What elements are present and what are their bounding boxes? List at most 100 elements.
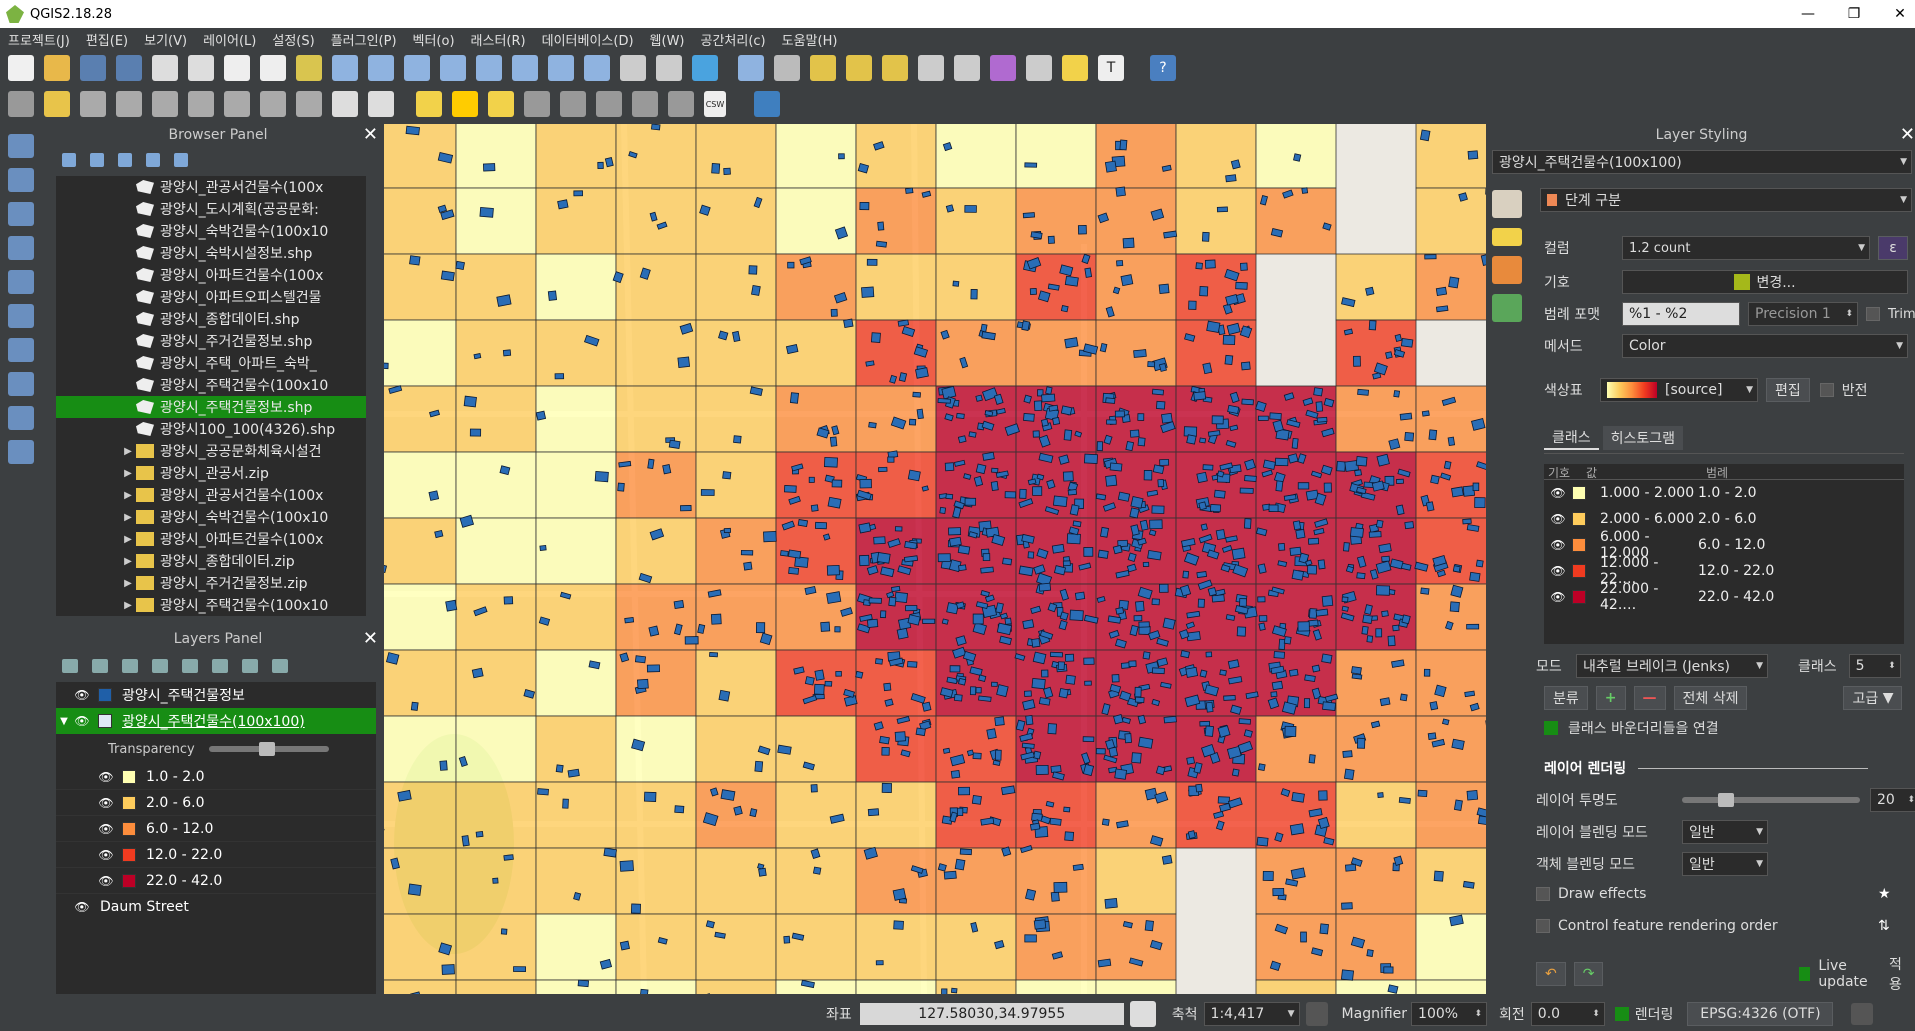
help-icon[interactable]: ? [1150, 55, 1176, 81]
method-combo[interactable]: Color ▼ [1622, 334, 1908, 358]
info-icon[interactable] [174, 153, 188, 167]
manage-visibility-icon[interactable] [122, 659, 138, 673]
expression-button[interactable]: ε [1878, 236, 1908, 260]
redo-icon[interactable]: ↷ [1573, 962, 1604, 986]
class-visibility-icon[interactable]: 👁 [1548, 590, 1568, 604]
add-wcs-icon[interactable] [8, 338, 34, 362]
trim-checkbox[interactable] [1866, 307, 1880, 321]
collapse-all-icon[interactable] [242, 659, 258, 673]
browser-item[interactable]: 광양시_관공서건물수(100x [56, 176, 366, 198]
pan-to-selection-icon[interactable] [296, 55, 322, 81]
class-visibility-icon[interactable]: 👁 [1548, 486, 1568, 500]
toggle-extents-icon[interactable] [1129, 1000, 1156, 1027]
toggle-editing-icon[interactable] [44, 91, 70, 117]
visibility-eye-icon[interactable]: 👁 [96, 874, 116, 888]
visibility-eye-icon[interactable]: 👁 [72, 900, 92, 914]
collapse-all-icon[interactable] [146, 153, 160, 167]
zoom-to-selection-icon[interactable] [476, 55, 502, 81]
label-move-icon[interactable] [560, 91, 586, 117]
undo-icon[interactable]: ↶ [1536, 962, 1566, 986]
browser-item[interactable]: 광양시100_100(4326).shp [56, 418, 366, 440]
zoom-out-icon[interactable] [368, 55, 394, 81]
expand-arrow-icon[interactable]: ▶ [120, 512, 136, 523]
class-row[interactable]: 👁 6.000 - 12.000 6.0 - 12.0 [1544, 529, 1904, 561]
remove-layer-icon[interactable] [272, 659, 288, 673]
browser-item[interactable]: 광양시_주택건물수(100x10 [56, 374, 366, 396]
close-window-button[interactable]: ✕ [1877, 0, 1915, 28]
sort-order-icon[interactable]: ⇅ [1878, 918, 1890, 934]
attribute-table-icon[interactable] [918, 55, 944, 81]
browser-item[interactable]: 광양시_숙박건물수(100x10 [56, 220, 366, 242]
menu-help[interactable]: 도움말(H) [774, 30, 846, 49]
expand-arrow-icon[interactable]: ▶ [120, 600, 136, 611]
menu-web[interactable]: 웹(W) [642, 30, 693, 49]
browser-tree[interactable]: 광양시_관공서건물수(100x 광양시_도시계획(공공문화: 광양시_숙박건물수(1… [56, 176, 366, 616]
open-project-icon[interactable] [44, 55, 70, 81]
feature-blend-combo[interactable]: 일반 ▼ [1682, 852, 1768, 876]
add-virtual-layer-icon[interactable] [8, 406, 34, 430]
label-change-icon[interactable] [632, 91, 658, 117]
class-row[interactable]: 👁 2.000 - 6.000 2.0 - 6.0 [1544, 506, 1904, 532]
transparency-slider[interactable] [208, 742, 329, 756]
browser-item[interactable]: 광양시_도시계획(공공문화: [56, 198, 366, 220]
legend-class-row[interactable]: 👁 22.0 - 42.0 [56, 868, 376, 894]
browser-item[interactable]: ▶ 광양시_아파트건물수(100x [56, 528, 366, 550]
label-rotate-icon[interactable] [596, 91, 622, 117]
browser-item[interactable]: ▶ 광양시_주택건물수(100x10 [56, 594, 366, 616]
lock-scale-icon[interactable] [1305, 1001, 1328, 1026]
message-log-icon[interactable] [1851, 1002, 1874, 1025]
browser-item[interactable]: ▶ 광양시_주거건물정보.zip [56, 572, 366, 594]
layers-close-icon[interactable]: ✕ [363, 628, 378, 649]
expand-arrow-icon[interactable]: ▶ [120, 578, 136, 589]
render-section-header[interactable]: 레이어 렌더링 [1544, 756, 1869, 780]
map-svg[interactable] [384, 124, 1486, 994]
text-annotation-icon[interactable]: T [1098, 55, 1124, 81]
styling-icon[interactable] [62, 659, 78, 673]
class-row[interactable]: 👁 22.000 - 42.… 22.0 - 42.0 [1544, 581, 1904, 613]
layer-row-grid[interactable]: ▼ 👁 광양시_주택건물수(100x100) [56, 708, 376, 734]
layer-opacity-knob[interactable] [1718, 793, 1734, 807]
csw-icon[interactable]: CSW [704, 91, 726, 117]
ramp-edit-button[interactable]: 편집 [1766, 378, 1810, 402]
visibility-eye-icon[interactable]: 👁 [96, 822, 116, 836]
browser-item[interactable]: ▶ 광양시_종합데이터.zip [56, 550, 366, 572]
class-visibility-icon[interactable]: 👁 [1548, 564, 1568, 578]
save-edits-icon[interactable] [80, 91, 106, 117]
expand-arrow-icon[interactable]: ▶ [120, 490, 136, 501]
browser-item[interactable]: ▶ 광양시_공공문화체육시설건 [56, 440, 366, 462]
expand-arrow-icon[interactable]: ▶ [120, 446, 136, 457]
render-checkbox[interactable] [1614, 1006, 1629, 1021]
remove-class-icon[interactable]: — [1633, 686, 1666, 710]
visibility-eye-icon[interactable]: 👁 [96, 796, 116, 810]
renderer-combo[interactable]: 단계 구분 ▼ [1540, 188, 1912, 212]
add-feature-icon[interactable] [116, 91, 142, 117]
labels-tab-icon[interactable] [1492, 228, 1522, 246]
add-raster-layer-icon[interactable] [8, 168, 34, 192]
menu-raster[interactable]: 래스터(R) [463, 30, 534, 49]
maximize-button[interactable]: ❐ [1831, 0, 1877, 28]
class-table[interactable]: 기호 값 범례 👁 1.000 - 2.000 1.0 - 2.0 👁 2.000 - … [1544, 464, 1904, 644]
legend-class-row[interactable]: 👁 1.0 - 2.0 [56, 764, 376, 790]
expand-arrow-icon[interactable]: ▶ [120, 468, 136, 479]
visibility-eye-icon[interactable]: 👁 [96, 770, 116, 784]
new-shapefile-icon[interactable] [8, 440, 34, 464]
select-by-value-icon[interactable] [846, 55, 872, 81]
precision-spinner[interactable]: Precision 1 ⬍ [1748, 302, 1858, 326]
transparency-slider-knob[interactable] [258, 742, 275, 756]
draw-effects-checkbox[interactable] [1536, 887, 1550, 901]
effects-star-icon[interactable]: ★ [1878, 886, 1891, 902]
styling-layer-combo[interactable]: 광양시_주택건물수(100x100) ▼ [1492, 150, 1912, 174]
collapse-arrow-icon[interactable]: ▼ [56, 716, 72, 727]
python-console-icon[interactable] [754, 91, 780, 117]
advanced-button[interactable]: 고급 ▼ [1843, 686, 1903, 710]
class-visibility-icon[interactable]: 👁 [1548, 538, 1568, 552]
cut-icon[interactable] [296, 91, 322, 117]
label-abc-icon[interactable] [416, 91, 442, 117]
menu-view[interactable]: 보기(V) [136, 30, 195, 49]
statistics-sigma-icon[interactable] [990, 55, 1016, 81]
visibility-eye-icon[interactable]: 👁 [72, 714, 92, 728]
show-bookmarks-icon[interactable] [656, 55, 682, 81]
crs-button[interactable]: EPSG:4326 (OTF) [1687, 1001, 1834, 1026]
class-row[interactable]: 👁 1.000 - 2.000 1.0 - 2.0 [1544, 480, 1904, 506]
zoom-native-icon[interactable] [404, 55, 430, 81]
